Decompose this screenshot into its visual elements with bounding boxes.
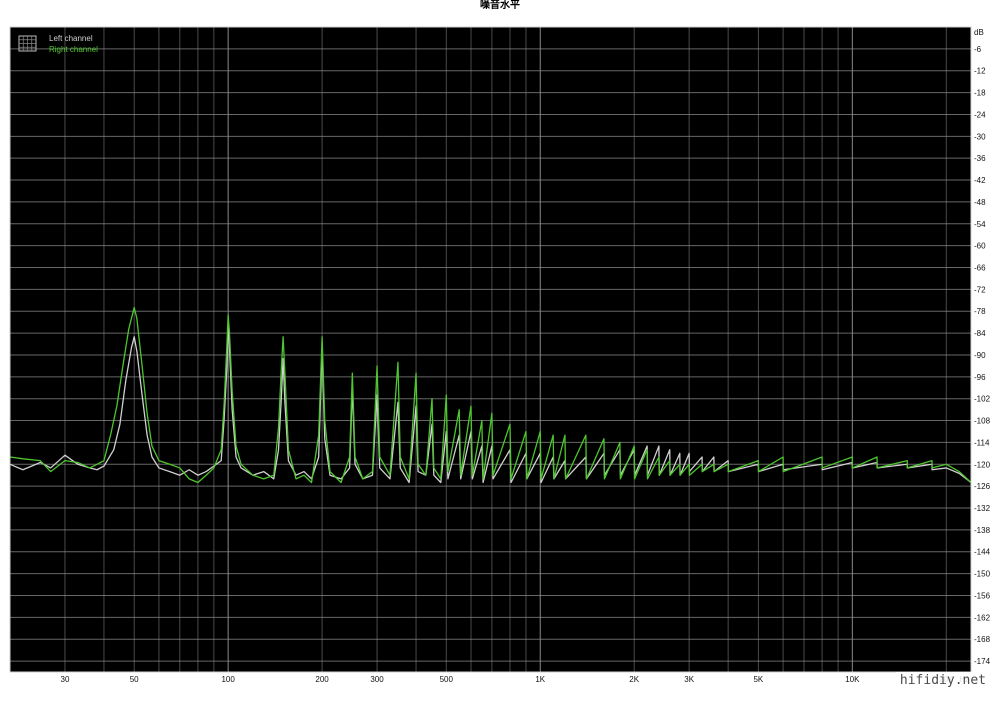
y-tick-label: -120 bbox=[974, 460, 991, 469]
y-tick-label: -18 bbox=[974, 89, 986, 98]
y-tick-label: -150 bbox=[974, 570, 991, 579]
x-tick-label: 50 bbox=[130, 675, 139, 684]
y-tick-label: -48 bbox=[974, 198, 986, 207]
y-tick-label: -96 bbox=[974, 373, 986, 382]
plot-background bbox=[10, 27, 971, 672]
noise-spectrum-chart: dB -6 -12 -18 -24 -30 -36 -42 -48 -54 -60 -66 -72 -78… bbox=[9, 26, 991, 684]
y-tick-label: -42 bbox=[974, 176, 986, 185]
y-tick-label: -138 bbox=[974, 526, 991, 535]
y-tick-label: -66 bbox=[974, 264, 986, 273]
legend-entry-left-channel: Left channel bbox=[49, 34, 93, 43]
y-tick-label: -114 bbox=[974, 438, 990, 447]
y-tick-label: -60 bbox=[974, 242, 986, 251]
x-tick-label: 2K bbox=[629, 675, 639, 684]
x-tick-label: 100 bbox=[221, 675, 235, 684]
x-tick-label: 500 bbox=[440, 675, 454, 684]
y-tick-label: -54 bbox=[974, 220, 986, 229]
y-tick-label: -78 bbox=[974, 307, 986, 316]
y-tick-label: -36 bbox=[974, 154, 986, 163]
y-tick-label: -162 bbox=[974, 613, 991, 622]
y-tick-label: -24 bbox=[974, 110, 986, 119]
y-tick-label: -108 bbox=[974, 417, 991, 426]
y-tick-label: -168 bbox=[974, 635, 991, 644]
y-tick-label: -72 bbox=[974, 285, 986, 294]
x-tick-label: 10K bbox=[845, 675, 860, 684]
y-tick-label: -126 bbox=[974, 482, 991, 491]
y-tick-label: -144 bbox=[974, 548, 991, 557]
x-axis-ticks: 30501002003005001K2K3K5K10K20KHz bbox=[61, 675, 969, 684]
y-tick-label: -90 bbox=[974, 351, 986, 360]
y-tick-label: -12 bbox=[974, 67, 986, 76]
x-tick-label: 30 bbox=[61, 675, 70, 684]
y-tick-label: -84 bbox=[974, 329, 986, 338]
watermark: hifidiy.net bbox=[895, 672, 990, 689]
x-tick-label: 3K bbox=[684, 675, 694, 684]
x-tick-label: 5K bbox=[753, 675, 763, 684]
y-tick-label: -132 bbox=[974, 504, 991, 513]
y-axis-ticks: dB -6 -12 -18 -24 -30 -36 -42 -48 -54 -60 -66 -72 -78… bbox=[974, 28, 991, 666]
y-tick-label: -156 bbox=[974, 591, 991, 600]
y-tick-label: -6 bbox=[974, 45, 982, 54]
y-tick-label: -174 bbox=[974, 657, 991, 666]
y-axis-unit-label: dB bbox=[974, 28, 984, 37]
legend-entry-right-channel: Right channel bbox=[49, 45, 98, 54]
y-tick-label: -102 bbox=[974, 395, 991, 404]
y-tick-label: -30 bbox=[974, 132, 986, 141]
x-tick-label: 200 bbox=[315, 675, 329, 684]
x-tick-label: 1K bbox=[535, 675, 545, 684]
x-tick-label: 300 bbox=[370, 675, 384, 684]
